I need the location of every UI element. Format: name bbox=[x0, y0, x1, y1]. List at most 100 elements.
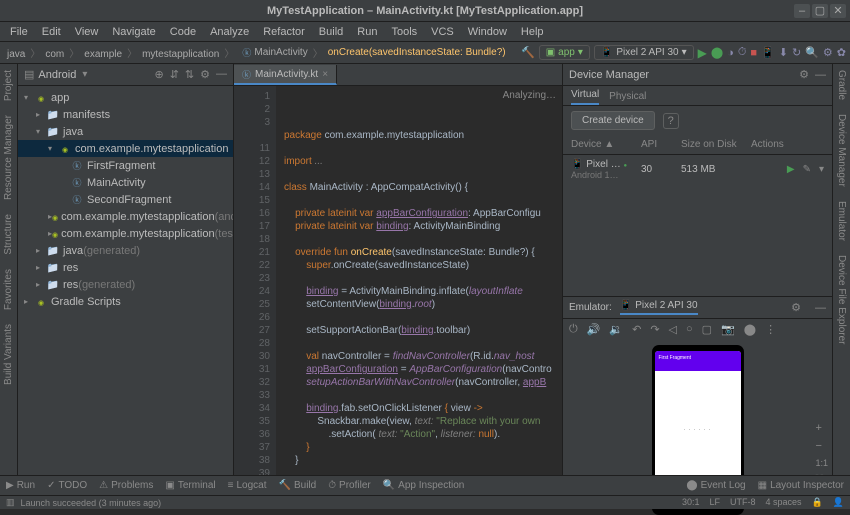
create-device-button[interactable]: Create device bbox=[571, 111, 655, 130]
tool-window-todo[interactable]: ✓ TODO bbox=[47, 480, 87, 491]
tab-physical[interactable]: Physical bbox=[609, 91, 646, 105]
menu-vcs[interactable]: VCS bbox=[425, 24, 460, 40]
tool-window-profiler[interactable]: ⏱ Profiler bbox=[328, 480, 371, 491]
run-config-selector[interactable]: ▣ app ▾ bbox=[539, 45, 590, 60]
tree-node[interactable]: ▸com.example.mytestapplication (androidT… bbox=[18, 208, 233, 225]
more-icon[interactable]: ✿ bbox=[837, 46, 846, 59]
indent-setting[interactable]: 4 spaces bbox=[766, 497, 802, 508]
tree-node[interactable]: ▸res bbox=[18, 259, 233, 276]
build-hammer-icon[interactable]: 🔨 bbox=[521, 46, 535, 59]
settings-icon[interactable]: ⚙ bbox=[823, 46, 833, 59]
tree-node[interactable]: ▸manifests bbox=[18, 106, 233, 123]
tool-stripe-structure[interactable]: Structure bbox=[3, 214, 14, 255]
tree-node[interactable]: MainActivity bbox=[18, 174, 233, 191]
menu-run[interactable]: Run bbox=[351, 24, 383, 40]
menu-navigate[interactable]: Navigate bbox=[106, 24, 161, 40]
screenshot-icon[interactable]: 📷 bbox=[721, 323, 735, 336]
menu-tools[interactable]: Tools bbox=[385, 24, 423, 40]
zoom-in-icon[interactable]: + bbox=[815, 422, 828, 434]
avd-manager-icon[interactable]: 📱 bbox=[761, 46, 775, 59]
tool-window-layout-inspector[interactable]: ▦ Layout Inspector bbox=[758, 480, 844, 491]
tool-stripe-gradle[interactable]: Gradle bbox=[836, 70, 847, 100]
tool-stripe-device-file-explorer[interactable]: Device File Explorer bbox=[836, 255, 847, 344]
tree-node[interactable]: ▸com.example.mytestapplication (test) bbox=[18, 225, 233, 242]
menu-file[interactable]: File bbox=[4, 24, 34, 40]
breadcrumb-segment[interactable]: com bbox=[42, 49, 67, 60]
tool-window-problems[interactable]: ⚠ Problems bbox=[99, 480, 153, 491]
close-tab-icon[interactable]: × bbox=[322, 69, 328, 80]
tool-window-event-log[interactable]: ⬤ Event Log bbox=[686, 480, 745, 491]
help-button[interactable]: ? bbox=[663, 113, 679, 129]
project-view-title[interactable]: Android bbox=[38, 69, 76, 81]
rotate-left-icon[interactable]: ↶ bbox=[632, 323, 641, 336]
breadcrumb-segment[interactable]: java bbox=[4, 49, 28, 60]
tree-node[interactable]: ▸java (generated) bbox=[18, 242, 233, 259]
expand-all-icon[interactable]: ⇵ bbox=[170, 68, 179, 81]
menu-analyze[interactable]: Analyze bbox=[204, 24, 255, 40]
line-separator[interactable]: LF bbox=[710, 497, 721, 508]
menu-code[interactable]: Code bbox=[164, 24, 202, 40]
tree-node[interactable]: ▸Gradle Scripts bbox=[18, 293, 233, 310]
breadcrumb-segment[interactable]: mytestapplication bbox=[139, 49, 222, 60]
zoom-out-icon[interactable]: − bbox=[815, 440, 828, 452]
settings-gear-icon[interactable]: ⚙ bbox=[200, 68, 210, 81]
tree-node[interactable]: SecondFragment bbox=[18, 191, 233, 208]
more-icon[interactable]: ⋮ bbox=[765, 323, 776, 336]
tool-stripe-build-variants[interactable]: Build Variants bbox=[3, 324, 14, 385]
volume-up-icon[interactable]: 🔊 bbox=[587, 323, 601, 336]
stop-button[interactable]: ■ bbox=[750, 47, 757, 59]
project-tree[interactable]: ▾app▸manifests▾java▾com.example.mytestap… bbox=[18, 86, 233, 491]
select-opened-file-icon[interactable]: ⊕ bbox=[154, 68, 163, 81]
caret-position[interactable]: 30:1 bbox=[682, 497, 700, 508]
avd-menu-icon[interactable]: ▾ bbox=[819, 164, 824, 175]
device-selector[interactable]: 📱 Pixel 2 API 30 ▾ bbox=[594, 45, 694, 60]
sync-gradle-icon[interactable]: ↻ bbox=[792, 46, 801, 59]
profile-button[interactable]: ⏱ bbox=[738, 46, 747, 59]
record-icon[interactable]: ⬤ bbox=[744, 323, 756, 336]
hide-panel-icon[interactable]: — bbox=[216, 68, 227, 81]
status-menu-icon[interactable]: ▥ bbox=[6, 497, 15, 508]
tab-virtual[interactable]: Virtual bbox=[571, 89, 599, 105]
window-minimize-button[interactable]: – bbox=[794, 4, 810, 18]
code-editor[interactable]: Analyzing… package com.example.mytestapp… bbox=[276, 86, 562, 491]
collapse-all-icon[interactable]: ⇅ bbox=[185, 68, 194, 81]
overview-icon[interactable]: ▢ bbox=[702, 323, 712, 336]
tool-stripe-device-manager[interactable]: Device Manager bbox=[836, 114, 847, 187]
launch-avd-icon[interactable]: ▶ bbox=[787, 164, 795, 175]
tool-window-run[interactable]: ▶ Run bbox=[6, 480, 35, 491]
emulator-settings-icon[interactable]: ⚙ bbox=[791, 301, 801, 314]
menu-build[interactable]: Build bbox=[313, 24, 349, 40]
tree-node[interactable]: ▾java bbox=[18, 123, 233, 140]
breadcrumb-method[interactable]: onCreate(savedInstanceState: Bundle?) bbox=[325, 47, 509, 58]
device-manager-settings-icon[interactable]: ⚙ bbox=[799, 68, 809, 81]
volume-down-icon[interactable]: 🔉 bbox=[609, 323, 623, 336]
edit-avd-icon[interactable]: ✎ bbox=[803, 164, 811, 175]
run-button[interactable]: ▶ bbox=[698, 46, 707, 60]
tool-window-app-inspection[interactable]: 🔍 App Inspection bbox=[383, 480, 465, 491]
power-icon[interactable]: ⏻ bbox=[569, 323, 578, 336]
tree-node[interactable]: ▸res (generated) bbox=[18, 276, 233, 293]
editor-gutter[interactable]: 1231112131415161718212223242526272830313… bbox=[234, 86, 276, 491]
tool-stripe-project[interactable]: Project bbox=[3, 70, 14, 101]
window-close-button[interactable]: ✕ bbox=[830, 4, 846, 18]
sdk-manager-icon[interactable]: ⬇ bbox=[779, 46, 788, 59]
hide-panel-icon[interactable]: — bbox=[815, 302, 826, 314]
tool-window-logcat[interactable]: ≡ Logcat bbox=[228, 480, 267, 491]
menu-window[interactable]: Window bbox=[462, 24, 513, 40]
tree-node[interactable]: ▾com.example.mytestapplication bbox=[18, 140, 233, 157]
tool-stripe-favorites[interactable]: Favorites bbox=[3, 269, 14, 310]
breadcrumb-file[interactable]: MainActivity bbox=[251, 47, 310, 58]
back-icon[interactable]: ◁ bbox=[669, 323, 677, 336]
menu-edit[interactable]: Edit bbox=[36, 24, 67, 40]
emulator-tab[interactable]: 📱 Pixel 2 API 30 bbox=[620, 300, 698, 315]
tool-window-build[interactable]: 🔨 Build bbox=[279, 480, 317, 491]
zoom-fit-icon[interactable]: 1:1 bbox=[815, 458, 828, 468]
search-everywhere-icon[interactable]: 🔍 bbox=[805, 46, 819, 59]
menu-view[interactable]: View bbox=[69, 24, 105, 40]
menu-refactor[interactable]: Refactor bbox=[257, 24, 311, 40]
device-row[interactable]: 📱 Pixel … ● Android 1… 30 513 MB ▶ ✎ ▾ bbox=[563, 155, 832, 184]
debug-button[interactable]: ⬤ bbox=[711, 46, 723, 59]
file-encoding[interactable]: UTF-8 bbox=[730, 497, 756, 508]
editor-tab-mainactivity[interactable]: MainActivity.kt × bbox=[234, 65, 337, 85]
menu-help[interactable]: Help bbox=[515, 24, 550, 40]
